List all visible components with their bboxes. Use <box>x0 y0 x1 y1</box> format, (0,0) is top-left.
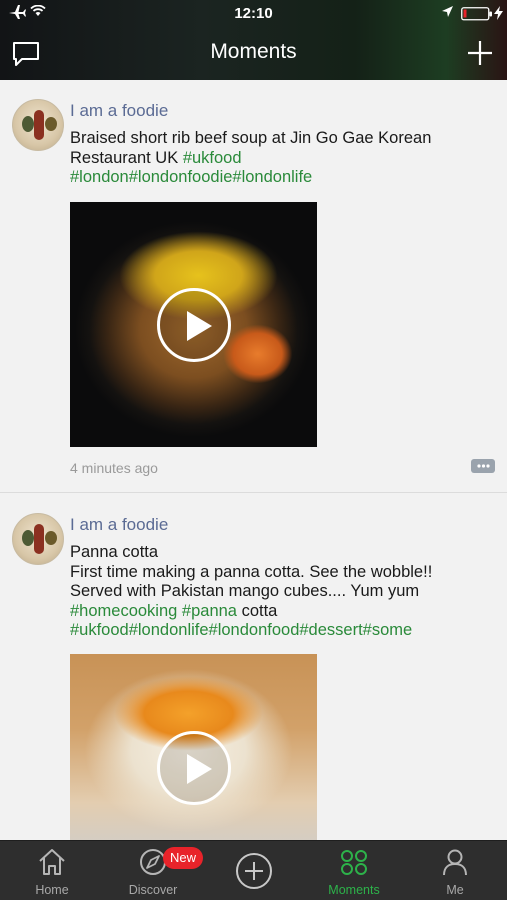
tab-discover[interactable]: New Discover <box>103 841 204 900</box>
play-icon[interactable] <box>156 731 231 805</box>
hashtag-link[interactable]: #ukfood <box>183 149 242 167</box>
hashtag-link[interactable]: #ukfood#londonlife#londonfood#dessert#so… <box>70 621 412 639</box>
moments-feed[interactable]: I am a foodie Braised short rib beef sou… <box>0 80 507 840</box>
avatar-image-part <box>34 110 44 140</box>
video-thumbnail[interactable] <box>70 654 317 840</box>
post-text-fragment: Restaurant UK <box>70 148 183 167</box>
avatar-image-part <box>22 116 34 132</box>
tab-home[interactable]: Home <box>2 841 102 900</box>
tab-label: Me <box>446 883 464 897</box>
post-text: Braised short rib beef soup at Jin Go Ga… <box>70 129 490 188</box>
tab-icon-wrap <box>405 847 505 879</box>
moments-icon <box>341 850 367 875</box>
tab-label: Moments <box>328 883 380 897</box>
avatar[interactable] <box>12 513 64 565</box>
hashtag-link[interactable]: #panna <box>182 602 237 620</box>
post-text-line: Panna cotta <box>70 543 159 561</box>
page-title: Moments <box>210 40 297 63</box>
avatar-image-part <box>45 531 57 545</box>
tab-bar: Home New Discover Moments Me <box>0 840 507 900</box>
status-time: 12:10 <box>234 5 273 22</box>
nav-bar: Moments <box>0 28 507 80</box>
tab-add[interactable] <box>204 841 304 900</box>
post-text-line: #london#londonfoodie#londonlife <box>70 168 490 188</box>
comment-options-icon[interactable] <box>471 459 495 474</box>
charging-bolt-icon <box>494 6 503 20</box>
moment-post: I am a foodie Braised short rib beef sou… <box>0 80 507 493</box>
post-author[interactable]: I am a foodie <box>70 515 168 535</box>
top-bar: 12:10 Moments <box>0 0 507 80</box>
hashtag-link[interactable]: #homecooking <box>70 602 177 620</box>
tab-me[interactable]: Me <box>405 841 505 900</box>
post-text-line: #ukfood#londonlife#londonfood#dessert#so… <box>70 621 490 641</box>
avatar-image-part <box>45 117 57 131</box>
post-text-line: Restaurant UK #ukfood <box>70 149 490 169</box>
status-bar: 12:10 <box>0 0 507 28</box>
tab-icon-wrap <box>204 852 304 889</box>
post-timestamp: 4 minutes ago <box>70 460 158 476</box>
tab-icon-wrap <box>304 847 404 879</box>
post-text-line: #homecooking #panna cotta <box>70 602 490 622</box>
person-icon <box>443 849 467 876</box>
circle-plus-icon <box>236 853 272 889</box>
location-arrow-icon <box>442 6 453 17</box>
plus-icon[interactable] <box>467 40 493 66</box>
post-text-line: First time making a panna cotta. See the… <box>70 562 433 581</box>
video-thumbnail[interactable] <box>70 202 317 447</box>
avatar-image-part <box>22 530 34 546</box>
house-icon <box>39 849 65 875</box>
post-text: Panna cotta First time making a panna co… <box>70 543 490 641</box>
tab-label: Home <box>35 883 69 897</box>
post-text-line: Served with Pakistan mango cubes.... Yum… <box>70 582 420 600</box>
post-author[interactable]: I am a foodie <box>70 101 168 121</box>
new-badge: New <box>163 847 204 869</box>
play-icon[interactable] <box>156 287 231 362</box>
tab-icon-wrap <box>2 847 102 879</box>
hashtag-link[interactable]: #london#londonfoodie#londonlife <box>70 168 312 186</box>
avatar-image-part <box>34 524 44 554</box>
post-text-line: Braised short rib beef soup at Jin Go Ga… <box>70 129 432 147</box>
post-text-fragment: cotta <box>236 601 278 620</box>
tab-label: Discover <box>128 883 178 897</box>
tab-moments[interactable]: Moments <box>304 841 404 900</box>
avatar[interactable] <box>12 99 64 151</box>
battery-icon <box>461 7 492 21</box>
